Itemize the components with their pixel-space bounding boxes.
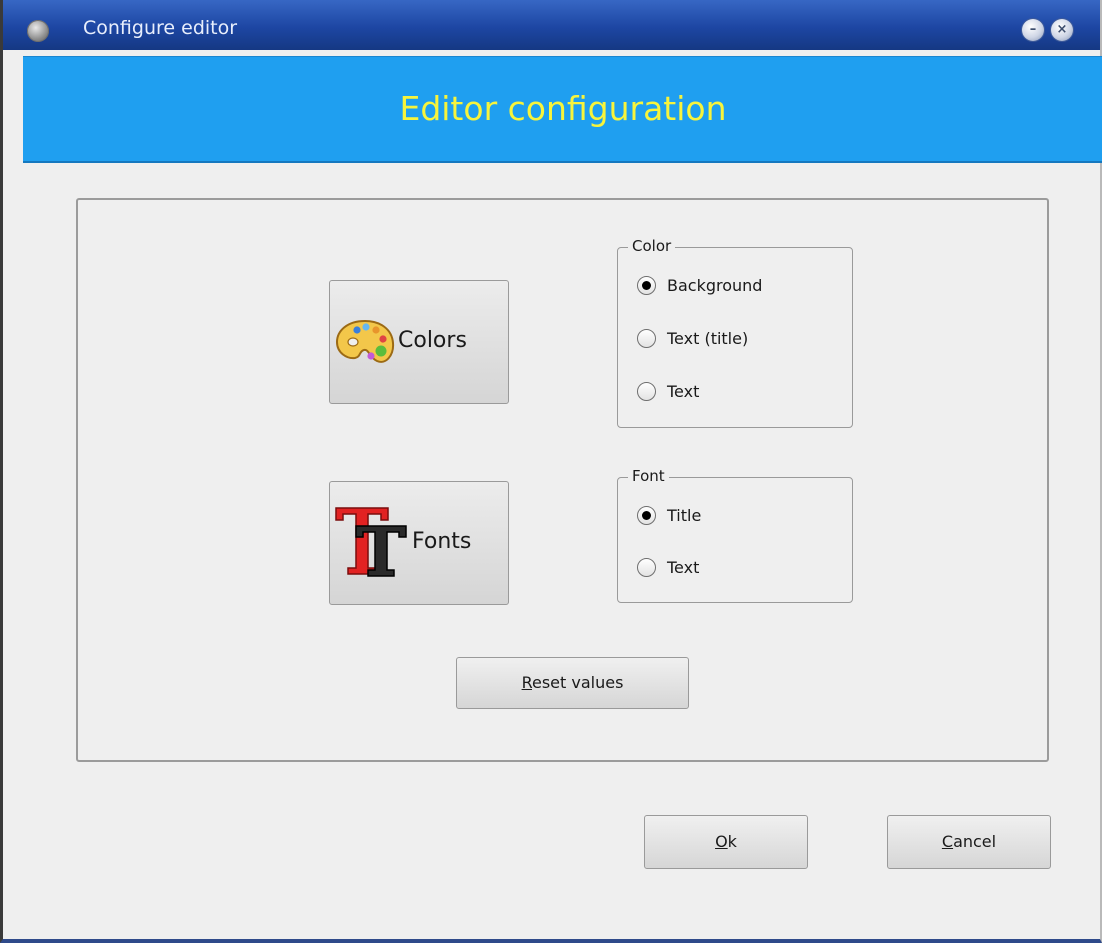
font-tt-icon [334,506,410,582]
button-label: ancel [953,832,997,851]
radio-indicator [637,558,656,577]
button-label: k [727,832,737,851]
radio-label: Text [667,558,700,577]
reset-values-button[interactable]: Reset values [456,657,689,709]
radio-indicator [637,382,656,401]
palette-icon [333,315,397,375]
app-icon[interactable] [27,20,49,42]
title-bar[interactable]: Configure editor – × [3,0,1100,50]
radio-label: Title [667,506,702,525]
radio-label: Text [667,382,700,401]
mnemonic-letter: O [715,832,728,851]
close-icon: × [1056,22,1068,37]
window-title: Configure editor [83,17,238,39]
font-group-legend: Font [628,467,669,485]
minimize-icon: – [1029,22,1037,37]
close-button[interactable]: × [1051,19,1073,41]
radio-indicator [637,276,656,295]
fonts-button-label: Fonts [412,529,472,554]
radio-label: Text (title) [667,329,749,348]
radio-indicator [637,506,656,525]
mnemonic-letter: C [941,832,954,851]
radio-indicator [637,329,656,348]
color-group-legend: Color [628,237,676,255]
header-banner: Editor configuration [23,56,1102,163]
button-label: eset values [531,673,624,692]
colors-button[interactable]: Colors [329,280,509,404]
ok-button[interactable]: Ok [644,815,808,869]
font-group: Font Title Text [617,467,853,603]
minimize-button[interactable]: – [1022,19,1044,41]
radio-label: Background [667,276,763,295]
banner-title: Editor configuration [399,89,727,128]
cancel-button[interactable]: Cancel [887,815,1051,869]
color-group: Color Background Text (title) Text [617,237,853,428]
mnemonic-letter: R [521,673,532,692]
fonts-button[interactable]: Fonts [329,481,509,605]
colors-button-label: Colors [398,328,467,353]
configure-editor-window: Configure editor – × Editor configuratio… [0,0,1102,943]
